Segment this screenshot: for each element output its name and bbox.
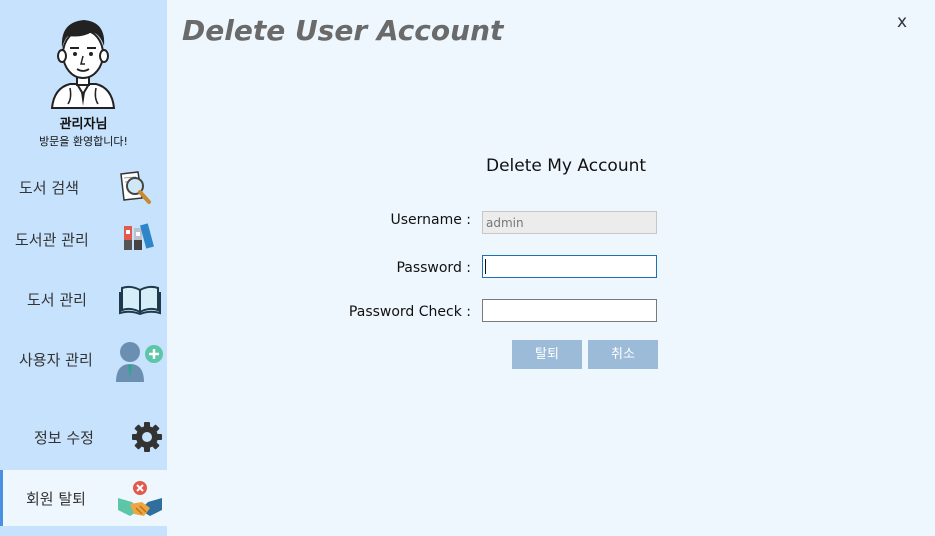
sidebar-item-library-management[interactable]: 도서관 관리 (0, 210, 167, 266)
username-label: Username : (390, 212, 471, 228)
text-caret (485, 259, 486, 274)
sidebar-item-label: 회원 탈퇴 (26, 490, 86, 508)
password-label: Password : (396, 260, 471, 276)
sidebar-item-book-management[interactable]: 도서 관리 (0, 270, 167, 326)
password-check-field[interactable] (482, 299, 657, 322)
form-heading: Delete My Account (486, 156, 647, 176)
sidebar-item-label: 도서관 관리 (15, 231, 89, 249)
sidebar-item-edit-info[interactable]: 정보 수정 (0, 408, 167, 464)
sidebar: 관리자님 방문을 환영합니다! 도서 검색 도서관 관리 도서 관리 사용자 관… (0, 0, 167, 536)
username-field[interactable] (482, 211, 657, 234)
sidebar-item-user-management[interactable]: 사용자 관리 (0, 330, 167, 386)
sidebar-item-label: 사용자 관리 (19, 351, 93, 369)
page-title: Delete User Account (182, 14, 504, 47)
password-check-label: Password Check : (348, 304, 471, 320)
magnifier-book-icon (120, 171, 151, 204)
sidebar-item-book-search[interactable]: 도서 검색 (0, 160, 167, 216)
add-user-icon (116, 342, 163, 382)
close-button[interactable]: x (892, 12, 912, 34)
cancel-button[interactable]: 취소 (588, 340, 658, 369)
welcome-message: 방문을 환영합니다! (39, 135, 128, 148)
handshake-remove-icon (118, 481, 162, 516)
avatar-icon (50, 20, 116, 109)
sidebar-item-delete-account[interactable]: 회원 탈퇴 (0, 470, 167, 526)
gear-icon (132, 422, 162, 452)
sidebar-item-label: 도서 관리 (27, 291, 87, 309)
password-field[interactable] (482, 255, 657, 278)
open-book-icon (119, 285, 161, 316)
sidebar-item-label: 도서 검색 (19, 179, 79, 197)
sidebar-item-label: 정보 수정 (34, 429, 94, 447)
app-window: 관리자님 방문을 환영합니다! 도서 검색 도서관 관리 도서 관리 사용자 관… (0, 0, 935, 536)
binders-icon (124, 223, 154, 250)
user-name: 관리자님 (59, 117, 108, 132)
withdraw-button[interactable]: 탈퇴 (512, 340, 582, 369)
